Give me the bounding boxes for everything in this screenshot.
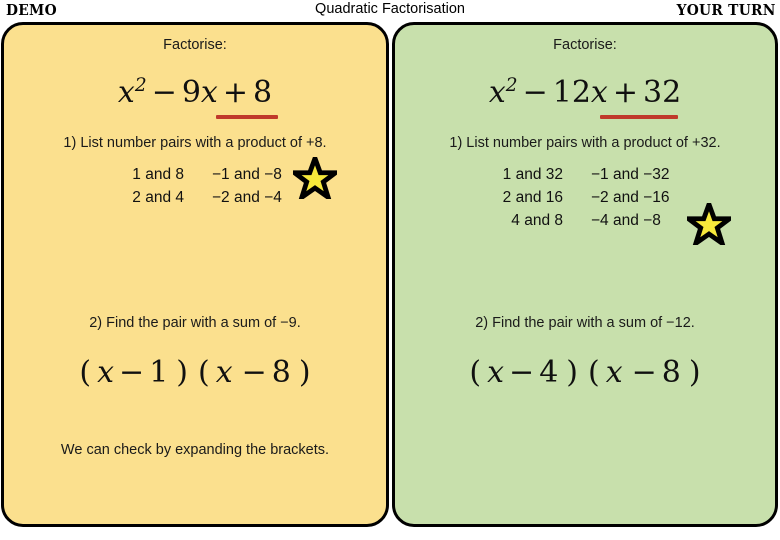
- star-icon: [293, 157, 337, 199]
- your-turn-equation-middle-coefficient: 12: [552, 75, 591, 110]
- demo-answer-close-paren-1: ): [176, 355, 188, 390]
- your-turn-prompt: Factorise:: [553, 37, 617, 53]
- demo-answer-factor1-variable: x: [97, 355, 115, 390]
- star-icon: [687, 203, 731, 245]
- demo-answer-factor2-constant: 8: [271, 355, 291, 390]
- demo-equation-constant-op: +: [222, 75, 248, 110]
- demo-pair-0-positive: 1 and 8: [132, 166, 184, 183]
- your-turn-constant-underline: [600, 115, 678, 119]
- your-turn-step2: 2) Find the pair with a sum of −12.: [475, 315, 695, 331]
- your-turn-pair-0-positive: 1 and 32: [502, 166, 563, 183]
- your-turn-answer-factor1-op: −: [509, 355, 535, 390]
- demo-equation-variable: x: [117, 75, 135, 110]
- demo-equation-constant: 8: [252, 75, 273, 110]
- your-turn-answer-open-paren-1: (: [469, 355, 482, 390]
- demo-equation-middle-coefficient: 9: [181, 75, 201, 110]
- your-turn-answer-factor2-constant: 8: [661, 355, 681, 390]
- demo-equation: x2−9x +8: [4, 75, 386, 110]
- demo-answer-open-paren-1: (: [79, 355, 92, 390]
- your-turn-answer-factor2-variable: x: [605, 355, 623, 390]
- demo-pair-1-positive: 2 and 4: [132, 189, 184, 206]
- your-turn-equation: x2−12x +32: [395, 75, 775, 110]
- demo-constant-underline: [216, 115, 278, 119]
- demo-note: We can check by expanding the brackets.: [60, 442, 330, 458]
- your-turn-pair-list: 1 and 32 −1 and −32 2 and 16 −2 and −16 4 …: [471, 163, 701, 232]
- demo-answer-factor2-op: −: [241, 355, 267, 390]
- your-turn-equation-exponent: 2: [505, 75, 518, 96]
- your-turn-answer-close-paren-1: ): [566, 355, 578, 390]
- your-turn-answer-close-paren-2: ): [688, 355, 701, 390]
- demo-step1: 1) List number pairs with a product of +…: [63, 135, 327, 151]
- demo-answer-open-paren-2: (: [198, 355, 210, 390]
- your-turn-equation-middle-variable: x: [590, 75, 608, 110]
- your-turn-badge: YOUR TURN: [676, 1, 776, 19]
- your-turn-pair-2-negative: −4 and −8: [591, 212, 661, 229]
- your-turn-answer: (x −4)(x −8): [395, 355, 775, 390]
- your-turn-step1: 1) List number pairs with a product of +…: [449, 135, 721, 151]
- demo-pair-list: 1 and 8 −1 and −8 2 and 4 −2 and −4: [92, 163, 322, 209]
- your-turn-answer-factor1-constant: 4: [539, 355, 559, 390]
- demo-answer-factor1-constant: 1: [149, 355, 169, 390]
- demo-answer-factor1-op: −: [119, 355, 145, 390]
- your-turn-answer-factor2-op: −: [631, 355, 657, 390]
- your-turn-equation-constant-op: +: [612, 75, 638, 110]
- demo-equation-exponent: 2: [134, 75, 147, 96]
- your-turn-equation-constant: 32: [642, 75, 682, 110]
- your-turn-equation-middle-op: −: [522, 75, 548, 110]
- demo-equation-middle-op: −: [151, 75, 177, 110]
- demo-prompt: Factorise:: [163, 37, 227, 53]
- your-turn-pair-0-negative: −1 and −32: [591, 166, 670, 183]
- demo-step2: 2) Find the pair with a sum of −9.: [89, 315, 301, 331]
- your-turn-panel: Factorise: x2−12x +32 1) List number pair…: [392, 22, 778, 527]
- your-turn-pair-2-positive: 4 and 8: [511, 212, 563, 229]
- your-turn-pair-1-negative: −2 and −16: [591, 189, 670, 206]
- demo-answer-factor2-variable: x: [215, 355, 233, 390]
- slide-header: DEMO Quadratic Factorisation YOUR TURN: [0, 0, 780, 22]
- your-turn-equation-variable: x: [488, 75, 506, 110]
- your-turn-answer-factor1-variable: x: [487, 355, 505, 390]
- demo-equation-middle-variable: x: [200, 75, 218, 110]
- demo-panel: Factorise: x2−9x +8 1) List number pairs …: [1, 22, 389, 527]
- your-turn-pair-1-positive: 2 and 16: [502, 189, 563, 206]
- list-item: 1 and 32 −1 and −32: [471, 163, 701, 186]
- slide-root: DEMO Quadratic Factorisation YOUR TURN F…: [0, 0, 780, 540]
- your-turn-answer-open-paren-2: (: [588, 355, 600, 390]
- list-item: 4 and 8 −4 and −8: [471, 209, 701, 232]
- page-title: Quadratic Factorisation: [315, 1, 465, 17]
- demo-answer: (x −1)(x −8): [4, 355, 386, 390]
- list-item: 2 and 4 −2 and −4: [92, 186, 322, 209]
- list-item: 1 and 8 −1 and −8: [92, 163, 322, 186]
- demo-answer-close-paren-2: ): [298, 355, 311, 390]
- list-item: 2 and 16 −2 and −16: [471, 186, 701, 209]
